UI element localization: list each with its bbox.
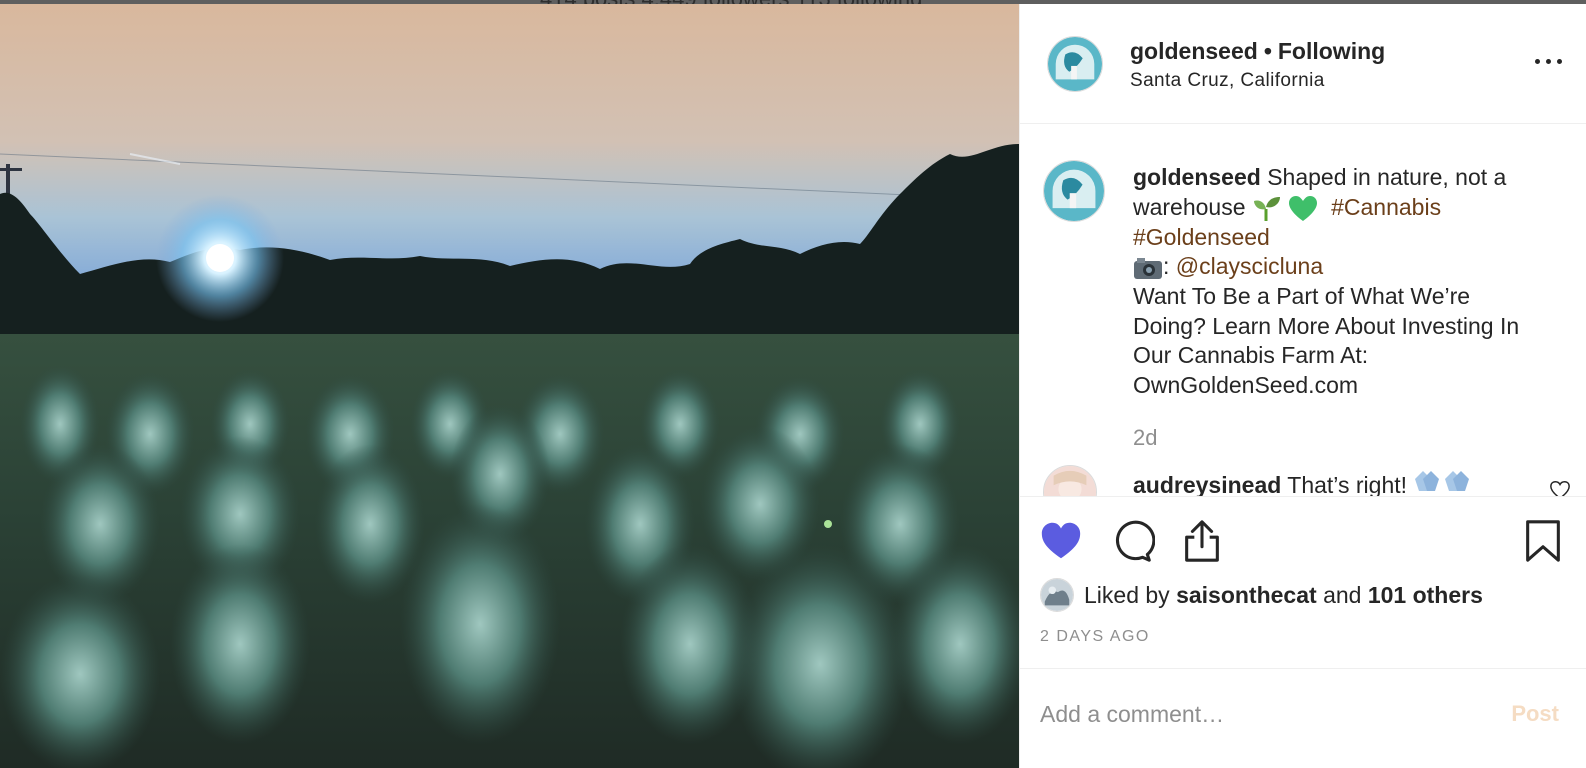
following-button[interactable]: Following xyxy=(1278,38,1385,64)
post-side-panel: goldenseed • Following Santa Cruz, Califor… xyxy=(1019,4,1586,768)
author-line: goldenseed • Following xyxy=(1130,38,1385,65)
hashtag-goldenseed[interactable]: #Goldenseed xyxy=(1133,224,1270,250)
author-username[interactable]: goldenseed xyxy=(1130,38,1258,64)
more-options-icon[interactable] xyxy=(1531,48,1567,74)
green-heart-icon xyxy=(1289,195,1318,221)
comment-text-line: audreysinead That’s right! xyxy=(1133,467,1473,497)
caption-text-2: warehouse xyxy=(1133,193,1246,220)
author-avatar[interactable] xyxy=(1047,36,1103,92)
comment-input[interactable] xyxy=(1040,693,1480,735)
caption-username[interactable]: goldenseed xyxy=(1133,164,1261,190)
comment-item: audreysinead That’s right! xyxy=(1043,465,1583,497)
caption-body-3: Our Cannabis Farm At: xyxy=(1133,342,1369,369)
commenter-avatar[interactable] xyxy=(1043,465,1097,496)
credit-prefix: : xyxy=(1163,253,1176,280)
credit-mention[interactable]: @clayscicluna xyxy=(1176,253,1323,279)
likes-summary: Liked by saisonthecat and 101 others xyxy=(1040,578,1580,614)
caption-author-avatar[interactable] xyxy=(1043,160,1105,222)
comment-bubble-icon[interactable] xyxy=(1109,518,1155,564)
seedling-icon xyxy=(1253,196,1280,221)
comment-like-icon[interactable] xyxy=(1549,479,1571,497)
post-actions-bar xyxy=(1020,498,1586,588)
camera-icon xyxy=(1134,258,1162,280)
post-header: goldenseed • Following Santa Cruz, Califor… xyxy=(1020,4,1586,124)
caption-body-1: Want To Be a Part of What We’re xyxy=(1133,283,1471,310)
post-date[interactable]: 2 DAYS AGO xyxy=(1040,628,1150,646)
liker-avatar[interactable] xyxy=(1040,578,1074,612)
add-comment-bar: Post xyxy=(1020,668,1586,768)
commenter-username[interactable]: audreysinead xyxy=(1133,472,1281,496)
bookmark-icon[interactable] xyxy=(1520,518,1566,564)
comments-section[interactable]: goldenseed Shaped in nature, not a wareh… xyxy=(1020,125,1586,497)
caption-body-4: OwnGoldenSeed.com xyxy=(1133,372,1359,399)
hashtag-cannabis[interactable]: #Cannabis xyxy=(1331,194,1441,220)
caption-timestamp[interactable]: 2d xyxy=(1133,425,1157,451)
post-location[interactable]: Santa Cruz, California xyxy=(1130,70,1325,92)
likes-others-link[interactable]: 101 others xyxy=(1368,582,1483,608)
caption-text-1: Shaped in nature, not a xyxy=(1267,164,1507,190)
comment-text: That’s right! xyxy=(1287,472,1408,497)
first-liker-username[interactable]: saisonthecat xyxy=(1176,582,1317,608)
cannabis-field-image xyxy=(0,4,1019,768)
post-comment-button[interactable]: Post xyxy=(1511,701,1559,727)
heart-icon[interactable] xyxy=(1038,518,1084,564)
post-photo[interactable] xyxy=(0,4,1019,768)
clapping-hands-icon xyxy=(1445,471,1470,491)
likes-conjunction: and xyxy=(1323,582,1362,608)
caption-body-2: Doing? Learn More About Investing In xyxy=(1133,312,1520,339)
likes-text: Liked by saisonthecat and 101 others xyxy=(1084,582,1483,609)
clapping-hands-icon xyxy=(1415,471,1440,491)
separator-dot: • xyxy=(1263,38,1272,64)
likes-prefix: Liked by xyxy=(1084,582,1170,608)
share-icon[interactable] xyxy=(1179,518,1225,564)
post-caption: goldenseed Shaped in nature, not a wareh… xyxy=(1133,163,1563,401)
